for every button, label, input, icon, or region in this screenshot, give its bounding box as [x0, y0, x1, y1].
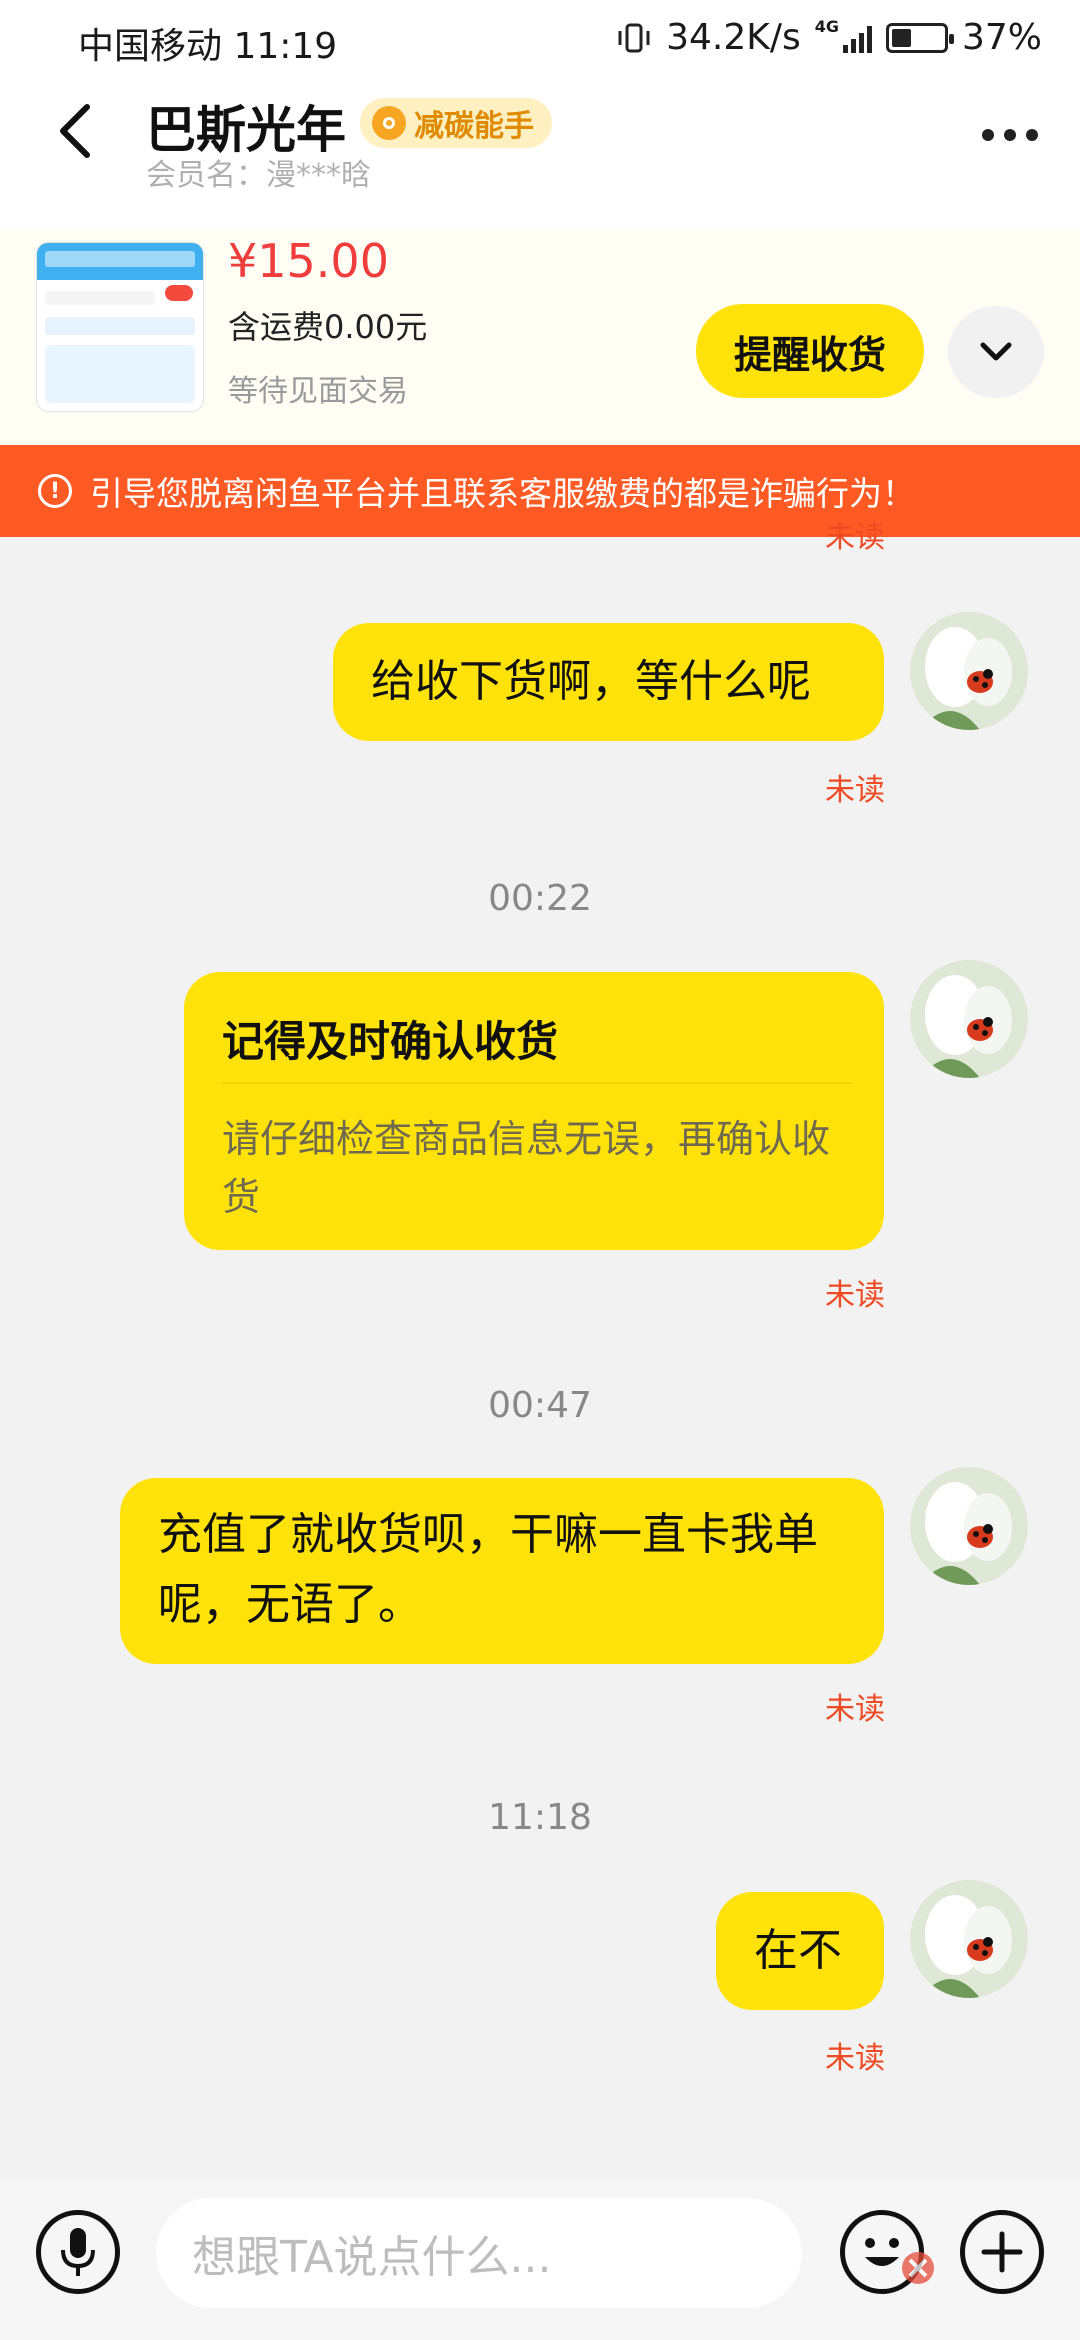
- network-type: 4G: [814, 17, 839, 36]
- read-status: 未读: [825, 1692, 885, 1727]
- more-button[interactable]: [970, 110, 1050, 160]
- network-speed: 34.2K/s: [666, 17, 801, 58]
- read-status: 未读: [825, 1278, 885, 1313]
- message-bubble[interactable]: 给收下货啊，等什么呢: [333, 623, 884, 741]
- back-button[interactable]: [40, 96, 110, 166]
- microphone-icon: [61, 2228, 95, 2276]
- read-status: 未读: [825, 773, 885, 808]
- avatar[interactable]: [910, 612, 1028, 730]
- shipping-fee: 含运费0.00元: [228, 308, 428, 346]
- chevron-down-icon: [980, 342, 1012, 361]
- member-name: 会员名：漫***晗: [146, 158, 371, 193]
- watermark-logo: [898, 2240, 1068, 2296]
- message-input[interactable]: 想跟TA说点什么...: [156, 2198, 802, 2308]
- carrier-time: 中国移动 11:19: [78, 26, 338, 67]
- read-status: 未读: [825, 2041, 885, 2076]
- signal-icon: [842, 23, 872, 53]
- avatar[interactable]: [910, 1467, 1028, 1585]
- avatar[interactable]: [910, 960, 1028, 1078]
- status-right: 34.2K/s 4G 37%: [616, 17, 1042, 58]
- battery-percent: 37%: [961, 17, 1042, 58]
- fraud-warning-banner: ! 引导您脱离闲鱼平台并且联系客服缴费的都是诈骗行为！: [0, 445, 1080, 537]
- remind-receipt-button[interactable]: 提醒收货: [696, 304, 924, 398]
- confirm-receipt-card[interactable]: 记得及时确认收货 请仔细检查商品信息无误，再确认收货: [184, 972, 884, 1250]
- top-panel: 中国移动 11:19 34.2K/s 4G 37% 巴斯光年 减碳能手 会员名：…: [0, 0, 1080, 445]
- battery-icon: [885, 22, 954, 53]
- timestamp: 00:47: [488, 1385, 592, 1426]
- leaf-icon: [372, 106, 406, 140]
- voice-button[interactable]: [36, 2210, 120, 2294]
- avatar[interactable]: [910, 1880, 1028, 1998]
- card-title: 记得及时确认收货: [222, 1017, 559, 1066]
- product-thumbnail[interactable]: [36, 242, 204, 412]
- battery-level: [891, 28, 911, 47]
- product-card[interactable]: ¥15.00 含运费0.00元 等待见面交易 提醒收货: [0, 230, 1080, 445]
- alert-icon: !: [38, 474, 72, 508]
- read-status-partial: 未读: [825, 520, 885, 555]
- timestamp: 11:18: [488, 1797, 592, 1838]
- trade-state: 等待见面交易: [228, 374, 408, 409]
- user-badge[interactable]: 减碳能手: [360, 98, 552, 148]
- message-bubble[interactable]: 在不: [716, 1892, 884, 2010]
- card-divider: [222, 1082, 852, 1084]
- timestamp: 00:22: [488, 878, 592, 919]
- expand-button[interactable]: [948, 306, 1044, 398]
- status-bar: 中国移动 11:19 34.2K/s 4G 37%: [0, 0, 1080, 76]
- chat-header: 巴斯光年 减碳能手 会员名：漫***晗: [0, 80, 1080, 200]
- product-price: ¥15.00: [228, 234, 389, 288]
- card-body: 请仔细检查商品信息无误，再确认收货: [222, 1117, 831, 1219]
- watermark-icon: [902, 2252, 934, 2284]
- message-bubble[interactable]: 充值了就收货呗，干嘛一直卡我单呢，无语了。: [120, 1478, 884, 1664]
- badge-label: 减碳能手: [414, 109, 534, 144]
- vibrate-icon: [618, 23, 650, 52]
- warning-text: 引导您脱离闲鱼平台并且联系客服缴费的都是诈骗行为！: [90, 474, 915, 513]
- chevron-left-icon: [60, 104, 90, 158]
